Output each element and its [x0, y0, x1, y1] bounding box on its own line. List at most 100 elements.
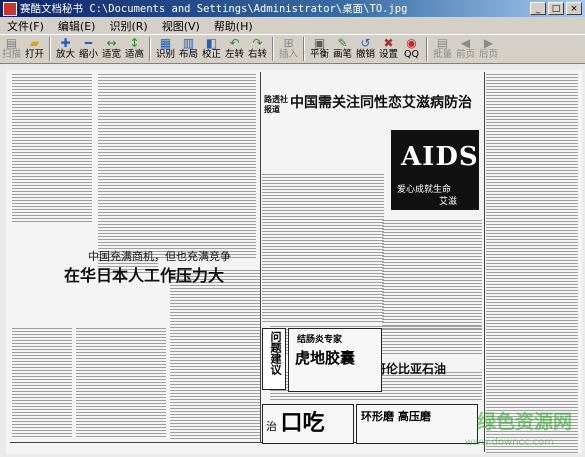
text-column: [170, 270, 260, 440]
folder-open-icon: ▰: [29, 35, 40, 50]
toolbar-button-insert[interactable]: ⊞ 插入: [277, 35, 300, 63]
toolbar-button-prev-page[interactable]: ◀ 前页: [454, 35, 477, 63]
close-button[interactable]: ×: [566, 2, 582, 15]
toolbar-separator: [149, 37, 151, 61]
batch-icon: ▤: [436, 35, 449, 50]
text-column: [12, 74, 92, 224]
undo-icon: ↺: [360, 35, 371, 50]
app-icon[interactable]: [3, 1, 17, 16]
maximize-button[interactable]: □: [548, 2, 564, 15]
zoom-out-icon: ━: [84, 35, 93, 50]
toolbar-button-label: 设置: [378, 49, 398, 60]
text-column: [382, 220, 482, 330]
toolbar-button-label: 适宽: [101, 49, 121, 60]
document-view[interactable]: 路透社报道 中国需关注同性恋艾滋病防治 中国充满商机，但也充满竞争 在华日本人工…: [0, 64, 585, 457]
rotate-right-icon: ↷: [252, 35, 263, 50]
toolbar-button-deskew[interactable]: ◧ 校正: [200, 35, 223, 63]
toolbar-button-label: 后页: [478, 49, 498, 60]
watermark-url: www.downcc.com: [464, 437, 554, 448]
qq-icon: ◉: [406, 35, 417, 50]
stutter-advert-brand: 口吃: [280, 410, 325, 436]
fit-width-icon: ↔: [106, 35, 117, 50]
aids-subtitle: 艾滋: [439, 197, 458, 207]
watermark: 绿色资源网: [476, 411, 572, 433]
toolbar-button-recognize[interactable]: ▦ 识别: [154, 35, 177, 63]
aids-advert: AIDS 爱心成就生命 艾滋: [391, 130, 479, 210]
toolbar-button-label: 放大: [55, 49, 75, 60]
pen-icon: ✎: [337, 35, 348, 50]
toolbar-button-label: 撤销: [355, 49, 375, 60]
menu-bar: 文件(F) 编辑(E) 识别(R) 视图(V) 帮助(H): [0, 17, 585, 35]
toolbar-separator: [426, 37, 428, 61]
balance-icon: ▣: [313, 35, 326, 50]
toolbar-button-label: 校正: [201, 49, 221, 60]
toolbar-button-rotate-left[interactable]: ↶ 左转: [223, 35, 246, 63]
hospital-advert-title: 结肠炎专家: [297, 335, 343, 345]
toolbar-button-fit-height[interactable]: ↕ 适高: [123, 35, 146, 63]
toolbar-button-qq[interactable]: ◉ QQ: [400, 35, 423, 63]
menu-recognize[interactable]: 识别(R): [102, 18, 154, 34]
mill-advert-title: 环形磨 高压磨: [361, 410, 431, 423]
toolbar-separator: [49, 37, 51, 61]
side-advert-label: 问题建议: [269, 331, 282, 375]
toolbar-button-batch[interactable]: ▤ 批量: [431, 35, 454, 63]
toolbar-button-pen[interactable]: ✎ 画笔: [331, 35, 354, 63]
menu-file[interactable]: 文件(F): [0, 18, 51, 34]
zoom-in-icon: ✚: [60, 35, 71, 50]
toolbar-button-next-page[interactable]: ▶ 后页: [477, 35, 500, 63]
toolbar-button-label: 左转: [224, 49, 244, 60]
menu-view[interactable]: 视图(V): [155, 18, 207, 34]
toolbar-button-undo[interactable]: ↺ 撤销: [354, 35, 377, 63]
toolbar-button-label: 识别: [155, 49, 175, 60]
toolbar-button-settings[interactable]: ✖ 设置: [377, 35, 400, 63]
toolbar-button-layout[interactable]: ▥ 布局: [177, 35, 200, 63]
toolbar-separator: [272, 37, 274, 61]
title-bar: 赛酷文档秘书 C:\Documents and Settings\Adminis…: [0, 0, 585, 17]
toolbar-button-label: 布局: [178, 49, 198, 60]
toolbar-button-label: 插入: [278, 49, 298, 60]
stutter-advert: 治 口吃: [262, 404, 354, 444]
headline-left-main: 在华日本人工作压力大: [64, 266, 225, 285]
settings-icon: ✖: [383, 35, 394, 50]
toolbar-separator: [303, 37, 305, 61]
aids-title: AIDS: [401, 142, 479, 172]
rotate-left-icon: ↶: [229, 35, 240, 50]
toolbar-button-label: 画笔: [332, 49, 352, 60]
scan-icon: ▤: [5, 35, 18, 50]
headline-top-right: 中国需关注同性恋艾滋病防治: [290, 95, 472, 111]
fit-height-icon: ↕: [129, 35, 140, 50]
divider: [260, 72, 261, 442]
minimize-button[interactable]: _: [530, 2, 546, 15]
toolbar-button-label: 右转: [247, 49, 267, 60]
side-advert: 问题建议: [262, 328, 286, 390]
text-column: [158, 74, 256, 259]
text-column: [12, 328, 72, 438]
toolbar-button-label: 扫描: [1, 49, 21, 60]
toolbar-button-folder-open[interactable]: ▰ 打开: [23, 35, 46, 63]
toolbar-button-label: 适高: [124, 49, 144, 60]
scanned-newspaper-page[interactable]: 路透社报道 中国需关注同性恋艾滋病防治 中国充满商机，但也充满竞争 在华日本人工…: [6, 70, 582, 454]
toolbar-button-label: 打开: [24, 49, 44, 60]
menu-help[interactable]: 帮助(H): [207, 18, 260, 34]
toolbar-button-balance[interactable]: ▣ 平衡: [308, 35, 331, 63]
toolbar-button-label: 前页: [455, 49, 475, 60]
toolbar-button-label: 平衡: [309, 49, 329, 60]
mill-advert: 环形磨 高压磨: [356, 404, 478, 444]
toolbar-button-scan[interactable]: ▤ 扫描: [0, 35, 23, 63]
toolbar-button-zoom-in[interactable]: ✚ 放大: [54, 35, 77, 63]
toolbar-button-fit-width[interactable]: ↔ 适宽: [100, 35, 123, 63]
hospital-advert-product: 虎地胶囊: [295, 349, 356, 367]
deskew-icon: ◧: [205, 35, 218, 50]
next-page-icon: ▶: [483, 35, 494, 50]
text-column: [262, 174, 384, 324]
toolbar-button-rotate-right[interactable]: ↷ 右转: [246, 35, 269, 63]
stutter-advert-prefix: 治: [266, 420, 277, 433]
hospital-advert: 结肠炎专家 虎地胶囊: [288, 328, 382, 392]
prev-page-icon: ◀: [460, 35, 471, 50]
insert-icon: ⊞: [283, 35, 294, 50]
divider: [484, 72, 485, 452]
toolbar-button-zoom-out[interactable]: ━ 缩小: [77, 35, 100, 63]
menu-edit[interactable]: 编辑(E): [51, 18, 103, 34]
text-column: [76, 328, 166, 438]
layout-icon: ▥: [182, 35, 195, 50]
